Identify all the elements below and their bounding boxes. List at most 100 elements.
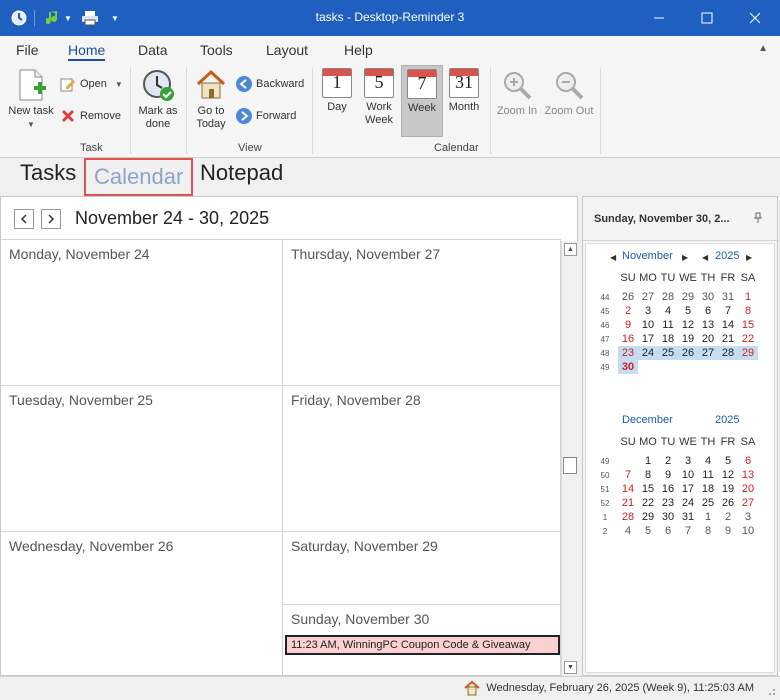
- tab-tools[interactable]: Tools: [200, 42, 233, 58]
- zoom-out-button[interactable]: Zoom Out: [542, 68, 596, 118]
- day-cell[interactable]: 31: [678, 510, 698, 524]
- collapse-ribbon-icon[interactable]: ▲: [758, 43, 768, 54]
- day-cell[interactable]: 7: [718, 304, 738, 318]
- day-cell[interactable]: 29: [738, 346, 758, 360]
- pin-icon[interactable]: [753, 212, 763, 227]
- day-cell[interactable]: 19: [718, 482, 738, 496]
- next-year-icon[interactable]: ▶: [746, 253, 752, 262]
- day-cell[interactable]: 30: [698, 290, 718, 304]
- day-cell[interactable]: 10: [678, 468, 698, 482]
- day-cell[interactable]: 31: [718, 290, 738, 304]
- remove-button[interactable]: Remove: [60, 106, 121, 126]
- day-cell[interactable]: 2: [658, 454, 678, 468]
- next-week-button[interactable]: [41, 209, 61, 229]
- day-cell[interactable]: 11: [658, 318, 678, 332]
- day-cell[interactable]: 10: [638, 318, 658, 332]
- day-cell[interactable]: 8: [638, 468, 658, 482]
- day-cell[interactable]: 1: [698, 510, 718, 524]
- tab-home[interactable]: Home: [68, 42, 106, 61]
- day-cell[interactable]: 10: [738, 524, 758, 538]
- day-cell[interactable]: 2: [718, 510, 738, 524]
- tab-layout[interactable]: Layout: [266, 42, 308, 58]
- day-cell[interactable]: 22: [738, 332, 758, 346]
- tab-calendar[interactable]: Calendar: [84, 158, 194, 196]
- work-week-view-button[interactable]: 5 Work Week: [358, 68, 400, 127]
- day-cell[interactable]: 8: [698, 524, 718, 538]
- day-cell[interactable]: 6: [698, 304, 718, 318]
- appointment[interactable]: 11:23 AM, WinningPC Coupon Code & Giveaw…: [285, 635, 560, 655]
- day-cell[interactable]: 29: [678, 290, 698, 304]
- day-cell[interactable]: 14: [718, 318, 738, 332]
- day-cell[interactable]: 19: [678, 332, 698, 346]
- new-task-dropdown-icon[interactable]: ▼: [6, 118, 56, 131]
- day-cell[interactable]: 6: [658, 524, 678, 538]
- day-cell[interactable]: 7: [618, 468, 638, 482]
- day-cell[interactable]: 2: [618, 304, 638, 318]
- minimize-icon[interactable]: [636, 0, 682, 36]
- backward-button[interactable]: Backward: [236, 74, 304, 94]
- day-cell[interactable]: 28: [658, 290, 678, 304]
- day-cell-tuesday[interactable]: Tuesday, November 25: [1, 386, 283, 532]
- day-cell[interactable]: 1: [638, 454, 658, 468]
- day-cell[interactable]: 3: [738, 510, 758, 524]
- day-cell[interactable]: 4: [658, 304, 678, 318]
- prev-month-icon[interactable]: ◀: [610, 253, 616, 262]
- day-cell[interactable]: 25: [698, 496, 718, 510]
- day-cell-saturday[interactable]: Saturday, November 29: [283, 532, 561, 605]
- day-cell[interactable]: 27: [638, 290, 658, 304]
- day-cell[interactable]: 12: [718, 468, 738, 482]
- new-task-button[interactable]: New task ▼: [6, 68, 56, 131]
- next-month-icon[interactable]: ▶: [682, 253, 688, 262]
- day-cell[interactable]: 12: [678, 318, 698, 332]
- day-cell[interactable]: 18: [658, 332, 678, 346]
- forward-button[interactable]: Forward: [236, 106, 296, 126]
- tab-help[interactable]: Help: [344, 42, 373, 58]
- mark-as-done-button[interactable]: Mark as done: [134, 68, 182, 131]
- day-cell[interactable]: 29: [638, 510, 658, 524]
- day-cell[interactable]: 16: [618, 332, 638, 346]
- day-cell[interactable]: 9: [658, 468, 678, 482]
- previous-week-button[interactable]: [14, 209, 34, 229]
- tab-notepad[interactable]: Notepad: [200, 160, 283, 186]
- day-cell[interactable]: 22: [638, 496, 658, 510]
- day-cell[interactable]: 5: [678, 304, 698, 318]
- tab-file[interactable]: File: [16, 42, 39, 58]
- day-view-button[interactable]: 1 Day: [316, 68, 358, 114]
- day-cell[interactable]: 16: [658, 482, 678, 496]
- month-name[interactable]: November: [622, 250, 673, 262]
- day-cell[interactable]: 17: [638, 332, 658, 346]
- scroll-thumb[interactable]: [563, 457, 577, 474]
- day-cell[interactable]: 20: [698, 332, 718, 346]
- resize-grip-icon[interactable]: [766, 685, 776, 695]
- scroll-up-icon[interactable]: ▲: [564, 243, 577, 256]
- vertical-scrollbar[interactable]: ▲ ▼: [561, 241, 578, 677]
- day-cell[interactable]: 24: [678, 496, 698, 510]
- day-cell[interactable]: 13: [698, 318, 718, 332]
- day-cell-wednesday[interactable]: Wednesday, November 26: [1, 532, 283, 677]
- day-cell[interactable]: 26: [618, 290, 638, 304]
- day-cell[interactable]: 9: [718, 524, 738, 538]
- day-cell[interactable]: 4: [618, 524, 638, 538]
- scroll-down-icon[interactable]: ▼: [564, 661, 577, 674]
- day-cell[interactable]: 14: [618, 482, 638, 496]
- month-name[interactable]: December: [622, 414, 673, 426]
- day-cell[interactable]: 5: [718, 454, 738, 468]
- day-cell[interactable]: 30: [658, 510, 678, 524]
- day-cell[interactable]: 3: [678, 454, 698, 468]
- zoom-in-button[interactable]: Zoom In: [494, 68, 540, 118]
- day-cell[interactable]: 26: [718, 496, 738, 510]
- day-cell[interactable]: 1: [738, 290, 758, 304]
- day-cell[interactable]: 20: [738, 482, 758, 496]
- day-cell[interactable]: 21: [718, 332, 738, 346]
- day-cell[interactable]: 11: [698, 468, 718, 482]
- day-cell[interactable]: 18: [698, 482, 718, 496]
- open-button[interactable]: Open ▼: [60, 74, 123, 94]
- day-cell[interactable]: 28: [718, 346, 738, 360]
- day-cell[interactable]: 15: [738, 318, 758, 332]
- close-icon[interactable]: [732, 0, 778, 36]
- day-cell[interactable]: 27: [698, 346, 718, 360]
- day-cell[interactable]: 7: [678, 524, 698, 538]
- day-cell-monday[interactable]: Monday, November 24: [1, 240, 283, 386]
- year-name[interactable]: 2025: [715, 250, 739, 262]
- day-cell[interactable]: 5: [638, 524, 658, 538]
